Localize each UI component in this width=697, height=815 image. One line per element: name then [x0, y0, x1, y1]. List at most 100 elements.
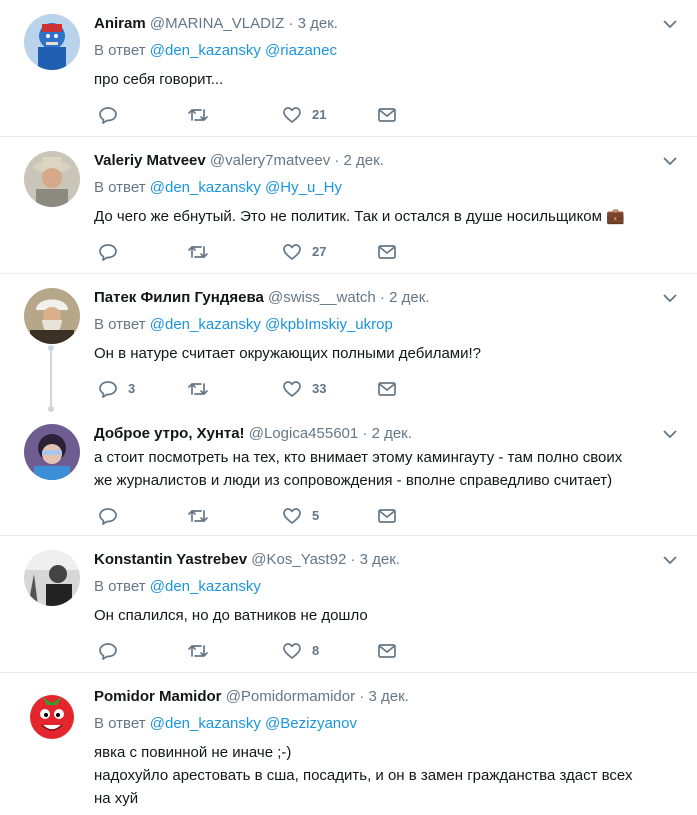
avatar[interactable]	[24, 687, 80, 743]
tweet-text-line: явка с повинной не иначе ;-)	[94, 744, 292, 761]
message-button[interactable]	[377, 241, 397, 263]
tweet-text-line: же журналистов и люди из сопровождения -…	[94, 472, 613, 489]
author-handle[interactable]: @Pomidormamidor	[226, 688, 355, 705]
like-button[interactable]: 21	[282, 104, 326, 126]
tweet-actions: 8	[94, 640, 414, 662]
reply-button[interactable]	[98, 104, 118, 126]
retweet-button[interactable]	[187, 505, 209, 527]
timestamp[interactable]: 2 дек.	[389, 289, 429, 306]
retweet-button[interactable]	[187, 640, 209, 662]
author-handle[interactable]: @swiss__watch	[268, 289, 376, 306]
author-name[interactable]: Konstantin Yastrebev	[94, 551, 247, 568]
reply-prefix: В ответ	[94, 715, 146, 732]
chevron-down-icon[interactable]	[662, 553, 678, 567]
envelope-icon	[378, 644, 396, 658]
chevron-down-icon[interactable]	[662, 154, 678, 168]
timestamp[interactable]: 3 дек.	[298, 15, 338, 32]
reply-icon	[99, 381, 117, 398]
separator: ·	[334, 152, 340, 169]
mention-link[interactable]: @den_kazansky	[150, 578, 261, 595]
tweet-text: До чего же ебнутый. Это не политик. Так …	[94, 205, 684, 228]
timestamp[interactable]: 2 дек.	[344, 152, 384, 169]
mention-link[interactable]: @Bezizyanov	[265, 715, 357, 732]
reply-prefix: В ответ	[94, 179, 146, 196]
author-name[interactable]: Доброе утро, Хунта!	[94, 425, 245, 442]
briefcase-emoji: 💼	[606, 208, 625, 225]
mention-link[interactable]: @den_kazansky	[150, 316, 261, 333]
author-handle[interactable]: @valery7matveev	[210, 152, 330, 169]
envelope-icon	[378, 509, 396, 523]
retweet-button[interactable]	[187, 104, 209, 126]
like-button[interactable]: 27	[282, 241, 326, 263]
reply-context: В ответ @den_kazansky	[94, 577, 261, 597]
like-button[interactable]: 5	[282, 505, 319, 527]
chevron-down-icon[interactable]	[662, 427, 678, 441]
avatar[interactable]	[24, 288, 80, 344]
separator: ·	[362, 425, 368, 442]
reply-icon	[99, 508, 117, 525]
chevron-down-icon[interactable]	[662, 17, 678, 31]
author-handle[interactable]: @Kos_Yast92	[251, 551, 346, 568]
like-count: 21	[312, 107, 327, 122]
author-name[interactable]: Valeriy Matveev	[94, 152, 206, 169]
heart-icon	[283, 643, 301, 659]
thread-connector	[50, 348, 52, 408]
like-count: 5	[312, 508, 320, 523]
timestamp[interactable]: 3 дек.	[360, 551, 400, 568]
separator: ·	[288, 15, 294, 32]
divider	[0, 273, 697, 274]
timestamp[interactable]: 3 дек.	[368, 688, 408, 705]
divider	[0, 672, 697, 673]
divider	[0, 136, 697, 137]
reply-button[interactable]	[98, 241, 118, 263]
mention-link[interactable]: @Hy_u_Hy	[265, 179, 342, 196]
mention-link[interactable]: @den_kazansky	[150, 715, 261, 732]
author-name[interactable]: Патек Филип Гундяева	[94, 289, 264, 306]
retweet-button[interactable]	[187, 241, 209, 263]
chevron-down-icon[interactable]	[662, 291, 678, 305]
avatar[interactable]	[24, 14, 80, 70]
separator: ·	[379, 289, 385, 306]
tweet-text: а стоит посмотреть на тех, кто внимает э…	[94, 446, 684, 492]
timestamp[interactable]: 2 дек.	[372, 425, 412, 442]
reply-button[interactable]: 3	[98, 378, 135, 400]
reply-icon	[99, 643, 117, 660]
avatar[interactable]	[24, 550, 80, 606]
reply-button[interactable]	[98, 640, 118, 662]
tweet-text-line: про себя говорит...	[94, 71, 224, 88]
thread-dot	[48, 406, 54, 412]
mention-link[interactable]: @riazanec	[265, 42, 337, 59]
retweet-icon	[188, 109, 208, 121]
envelope-icon	[378, 108, 396, 122]
author-name[interactable]: Pomidor Mamidor	[94, 688, 222, 705]
avatar[interactable]	[24, 424, 80, 480]
message-button[interactable]	[377, 505, 397, 527]
retweet-icon	[188, 383, 208, 395]
message-button[interactable]	[377, 104, 397, 126]
like-button[interactable]: 8	[282, 640, 319, 662]
tweet-actions: 5	[94, 505, 414, 527]
message-button[interactable]	[377, 378, 397, 400]
author-handle[interactable]: @MARINA_VLADIZ	[150, 15, 284, 32]
envelope-icon	[378, 245, 396, 259]
tweet-actions: 3 33	[94, 378, 414, 400]
mention-link[interactable]: @den_kazansky	[150, 42, 261, 59]
author-name[interactable]: Aniram	[94, 15, 146, 32]
author-handle[interactable]: @Logica455601	[249, 425, 358, 442]
mention-link[interactable]: @den_kazansky	[150, 179, 261, 196]
like-button[interactable]: 33	[282, 378, 326, 400]
retweet-icon	[188, 246, 208, 258]
avatar[interactable]	[24, 151, 80, 207]
heart-icon	[283, 381, 301, 397]
message-button[interactable]	[377, 640, 397, 662]
reply-button[interactable]	[98, 505, 118, 527]
reply-prefix: В ответ	[94, 578, 146, 595]
tweet-text-line: До чего же ебнутый. Это не политик. Так …	[94, 208, 602, 225]
mention-link[interactable]: @kpbImskiy_ukrop	[265, 316, 393, 333]
separator: ·	[350, 551, 356, 568]
heart-icon	[283, 244, 301, 260]
separator: ·	[359, 688, 365, 705]
divider	[0, 535, 697, 536]
retweet-button[interactable]	[187, 378, 209, 400]
reply-context: В ответ @den_kazansky @Bezizyanov	[94, 714, 357, 734]
